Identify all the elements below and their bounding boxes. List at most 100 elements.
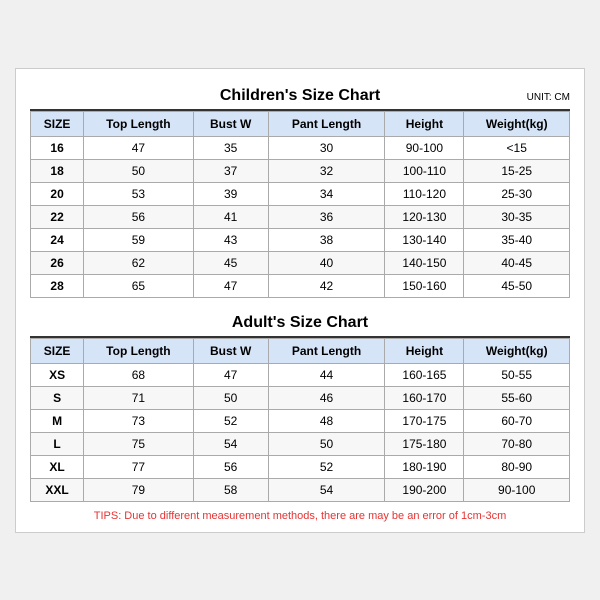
table-cell: 90-100 <box>464 478 570 501</box>
table-cell: 48 <box>268 409 385 432</box>
table-cell: 110-120 <box>385 182 464 205</box>
table-cell: XXL <box>31 478 84 501</box>
table-row: XS684744160-16550-55 <box>31 363 570 386</box>
table-row: 1647353090-100<15 <box>31 136 570 159</box>
table-cell: L <box>31 432 84 455</box>
table-cell: 100-110 <box>385 159 464 182</box>
table-cell: 75 <box>84 432 193 455</box>
table-cell: 50 <box>268 432 385 455</box>
table-cell: 28 <box>31 274 84 297</box>
adult-chart-title: Adult's Size Chart <box>232 314 368 331</box>
children-col-header: Top Length <box>84 111 193 136</box>
table-cell: 150-160 <box>385 274 464 297</box>
table-cell: 16 <box>31 136 84 159</box>
children-chart-header: Children's Size Chart UNIT: CM <box>30 81 570 111</box>
table-row: 28654742150-16045-50 <box>31 274 570 297</box>
table-cell: 26 <box>31 251 84 274</box>
table-row: 24594338130-14035-40 <box>31 228 570 251</box>
table-cell: 62 <box>84 251 193 274</box>
table-cell: 160-170 <box>385 386 464 409</box>
unit-label: UNIT: CM <box>527 92 570 103</box>
table-cell: 68 <box>84 363 193 386</box>
table-cell: 46 <box>268 386 385 409</box>
adult-table-body: XS684744160-16550-55S715046160-17055-60M… <box>31 363 570 501</box>
table-cell: 54 <box>193 432 268 455</box>
table-cell: 45-50 <box>464 274 570 297</box>
table-cell: 40-45 <box>464 251 570 274</box>
table-row: 20533934110-12025-30 <box>31 182 570 205</box>
table-cell: 56 <box>84 205 193 228</box>
table-row: XL775652180-19080-90 <box>31 455 570 478</box>
table-cell: 54 <box>268 478 385 501</box>
table-cell: 180-190 <box>385 455 464 478</box>
table-row: M735248170-17560-70 <box>31 409 570 432</box>
table-cell: 70-80 <box>464 432 570 455</box>
table-cell: 24 <box>31 228 84 251</box>
table-row: 18503732100-11015-25 <box>31 159 570 182</box>
adult-col-header: Height <box>385 338 464 363</box>
children-col-header: Height <box>385 111 464 136</box>
table-cell: 55-60 <box>464 386 570 409</box>
children-table-body: 1647353090-100<1518503732100-11015-25205… <box>31 136 570 297</box>
table-cell: S <box>31 386 84 409</box>
table-cell: 56 <box>193 455 268 478</box>
table-cell: 30 <box>268 136 385 159</box>
table-row: L755450175-18070-80 <box>31 432 570 455</box>
table-cell: 47 <box>193 274 268 297</box>
table-cell: 73 <box>84 409 193 432</box>
table-cell: 60-70 <box>464 409 570 432</box>
table-cell: 39 <box>193 182 268 205</box>
table-cell: <15 <box>464 136 570 159</box>
table-cell: 50 <box>193 386 268 409</box>
table-cell: 32 <box>268 159 385 182</box>
adult-table-header: SIZETop LengthBust WPant LengthHeightWei… <box>31 338 570 363</box>
table-cell: 160-165 <box>385 363 464 386</box>
adult-col-header: Weight(kg) <box>464 338 570 363</box>
tips-text: TIPS: Due to different measurement metho… <box>30 510 570 522</box>
table-cell: 20 <box>31 182 84 205</box>
table-cell: 42 <box>268 274 385 297</box>
table-cell: 170-175 <box>385 409 464 432</box>
table-cell: 37 <box>193 159 268 182</box>
table-cell: 50-55 <box>464 363 570 386</box>
table-cell: 34 <box>268 182 385 205</box>
table-cell: 90-100 <box>385 136 464 159</box>
table-cell: 120-130 <box>385 205 464 228</box>
table-cell: 15-25 <box>464 159 570 182</box>
children-chart-title: Children's Size Chart <box>220 87 380 104</box>
table-cell: 43 <box>193 228 268 251</box>
table-cell: 45 <box>193 251 268 274</box>
children-size-table: SIZETop LengthBust WPant LengthHeightWei… <box>30 111 570 298</box>
table-cell: 47 <box>84 136 193 159</box>
table-cell: 175-180 <box>385 432 464 455</box>
table-cell: 52 <box>193 409 268 432</box>
table-cell: 71 <box>84 386 193 409</box>
table-cell: 77 <box>84 455 193 478</box>
table-cell: 79 <box>84 478 193 501</box>
table-row: 26624540140-15040-45 <box>31 251 570 274</box>
table-row: 22564136120-13030-35 <box>31 205 570 228</box>
adult-col-header: Pant Length <box>268 338 385 363</box>
table-cell: 35 <box>193 136 268 159</box>
table-cell: 22 <box>31 205 84 228</box>
table-cell: 38 <box>268 228 385 251</box>
table-cell: 30-35 <box>464 205 570 228</box>
table-cell: XS <box>31 363 84 386</box>
adult-col-header: Top Length <box>84 338 193 363</box>
adult-col-header: SIZE <box>31 338 84 363</box>
table-cell: 35-40 <box>464 228 570 251</box>
children-col-header: Bust W <box>193 111 268 136</box>
table-cell: 80-90 <box>464 455 570 478</box>
table-cell: 44 <box>268 363 385 386</box>
table-cell: XL <box>31 455 84 478</box>
table-cell: 47 <box>193 363 268 386</box>
table-cell: 140-150 <box>385 251 464 274</box>
table-cell: 52 <box>268 455 385 478</box>
table-cell: 40 <box>268 251 385 274</box>
table-cell: 18 <box>31 159 84 182</box>
adult-size-table: SIZETop LengthBust WPant LengthHeightWei… <box>30 338 570 502</box>
children-col-header: Weight(kg) <box>464 111 570 136</box>
table-cell: 190-200 <box>385 478 464 501</box>
table-cell: 50 <box>84 159 193 182</box>
table-cell: 65 <box>84 274 193 297</box>
